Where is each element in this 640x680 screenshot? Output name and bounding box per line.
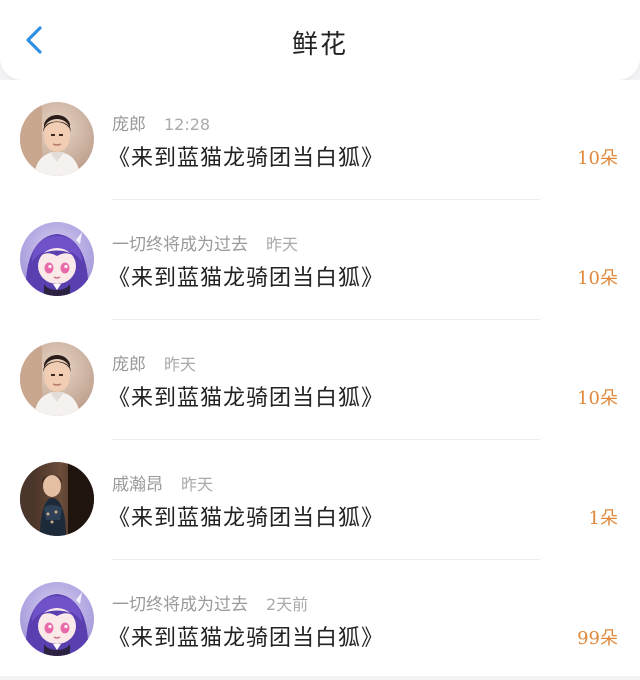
avatar[interactable]: [20, 222, 94, 296]
gift-meta: 戚瀚昂 昨天: [112, 470, 213, 495]
avatar[interactable]: [20, 102, 94, 176]
user-name[interactable]: 一切终将成为过去: [112, 595, 248, 615]
avatar[interactable]: [20, 342, 94, 416]
user-name[interactable]: 戚瀚昂: [112, 475, 163, 495]
user-name[interactable]: 庞郎: [112, 355, 146, 375]
flower-count: 1朵: [588, 508, 618, 529]
avatar[interactable]: [20, 462, 94, 536]
avatar[interactable]: [20, 582, 94, 656]
gift-meta: 庞郎 昨天: [112, 350, 196, 375]
list-item[interactable]: 戚瀚昂 昨天 《来到蓝猫龙骑团当白狐》 1朵: [0, 440, 640, 560]
gift-time: 昨天: [181, 475, 214, 494]
nav-header: 鲜花: [0, 0, 640, 80]
list-item[interactable]: 庞郎 昨天 《来到蓝猫龙骑团当白狐》 10朵: [0, 320, 640, 440]
flower-count: 10朵: [577, 148, 618, 169]
flower-count: 10朵: [577, 388, 618, 409]
book-title[interactable]: 《来到蓝猫龙骑团当白狐》: [108, 260, 384, 292]
book-title[interactable]: 《来到蓝猫龙骑团当白狐》: [108, 140, 384, 172]
page-title: 鲜花: [291, 30, 348, 60]
gift-meta: 一切终将成为过去 昨天: [112, 230, 298, 255]
gift-meta: 一切终将成为过去 2天前: [112, 590, 308, 615]
book-title[interactable]: 《来到蓝猫龙骑团当白狐》: [108, 500, 384, 532]
book-title[interactable]: 《来到蓝猫龙骑团当白狐》: [108, 380, 384, 412]
list-item[interactable]: 庞郎 12:28 《来到蓝猫龙骑团当白狐》 10朵: [0, 80, 640, 200]
gift-time: 昨天: [266, 235, 299, 254]
gift-time: 昨天: [164, 355, 197, 374]
flower-gift-list: 庞郎 12:28 《来到蓝猫龙骑团当白狐》 10朵 一切终将成为过去 昨天 《来到蓝…: [0, 80, 640, 676]
flower-count: 10朵: [577, 268, 618, 289]
book-title[interactable]: 《来到蓝猫龙骑团当白狐》: [108, 620, 384, 652]
gift-meta: 庞郎 12:28: [112, 110, 210, 135]
list-item[interactable]: 一切终将成为过去 2天前 《来到蓝猫龙骑团当白狐》 99朵: [0, 560, 640, 680]
flower-count: 99朵: [577, 628, 618, 649]
list-item[interactable]: 一切终将成为过去 昨天 《来到蓝猫龙骑团当白狐》 10朵: [0, 200, 640, 320]
user-name[interactable]: 庞郎: [112, 115, 146, 135]
user-name[interactable]: 一切终将成为过去: [112, 235, 248, 255]
gift-time: 2天前: [266, 595, 309, 614]
gift-time: 12:28: [164, 115, 211, 134]
